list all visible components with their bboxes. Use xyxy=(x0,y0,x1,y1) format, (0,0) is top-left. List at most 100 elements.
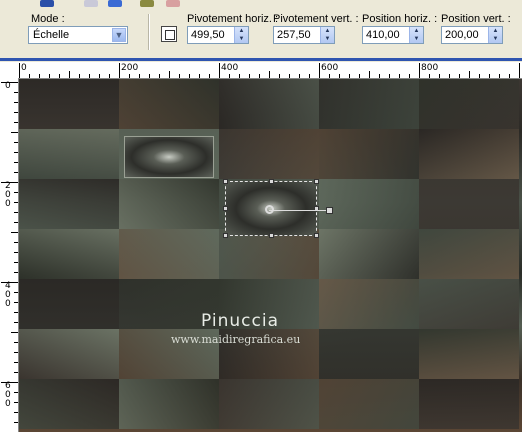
ruler-tick xyxy=(14,312,18,313)
spin-up-icon[interactable]: ▲ xyxy=(235,27,248,35)
toolbar-icon-1[interactable] xyxy=(40,0,54,7)
ruler-tick xyxy=(14,222,18,223)
window-title-strip xyxy=(0,58,522,61)
pos-v-value: 200,00 xyxy=(445,29,479,41)
ruler-corner xyxy=(0,62,19,79)
spin-down-icon[interactable]: ▼ xyxy=(321,35,334,43)
ruler-tick xyxy=(359,74,360,78)
ruler-tick xyxy=(239,74,240,78)
ruler-tick xyxy=(14,392,18,393)
ruler-label: 0 xyxy=(5,399,11,409)
pivot-point[interactable] xyxy=(265,205,274,214)
ruler-label: 400 xyxy=(221,63,239,73)
deform-tool-icon[interactable] xyxy=(161,26,177,42)
separator xyxy=(148,14,150,50)
ruler-tick xyxy=(279,74,280,78)
ruler-tick xyxy=(14,292,18,293)
ruler-tick xyxy=(219,63,220,78)
pivot-h-spinner[interactable]: ▲ ▼ xyxy=(234,27,248,43)
ruler-label: 200 xyxy=(121,63,139,73)
rotation-handle[interactable] xyxy=(326,207,333,214)
background-tile xyxy=(419,229,519,279)
ruler-tick xyxy=(99,74,100,78)
ruler-tick xyxy=(309,74,310,78)
ruler-tick xyxy=(49,74,50,78)
spin-down-icon[interactable]: ▼ xyxy=(489,35,502,43)
handle-top-left[interactable] xyxy=(223,179,228,184)
pivot-v-spinner[interactable]: ▲ ▼ xyxy=(320,27,334,43)
chevron-down-icon[interactable]: ▼ xyxy=(112,28,126,42)
spin-down-icon[interactable]: ▼ xyxy=(235,35,248,43)
background-tile xyxy=(19,179,119,229)
ruler-tick xyxy=(459,74,460,78)
ruler-vertical: 0 2 0 0 4 0 0 6 0 0 xyxy=(0,78,19,432)
pivot-v-label: Pivotement vert. : xyxy=(273,13,359,25)
ruler-tick xyxy=(499,74,500,78)
ruler-tick xyxy=(159,74,160,78)
tool-options-bar: Mode : Échelle ▼ Pivotement horiz. : 499… xyxy=(0,0,522,59)
ruler-label: 0 xyxy=(5,81,11,91)
ruler-tick xyxy=(259,74,260,78)
ruler-tick xyxy=(14,152,18,153)
background-tile xyxy=(319,279,419,329)
ruler-tick xyxy=(519,63,520,78)
ruler-tick xyxy=(14,272,18,273)
ruler-tick xyxy=(14,262,18,263)
background-tile xyxy=(219,379,319,429)
handle-top[interactable] xyxy=(269,179,274,184)
spin-up-icon[interactable]: ▲ xyxy=(321,27,334,35)
toolbar-icon-4[interactable] xyxy=(140,0,154,7)
ruler-tick xyxy=(429,74,430,78)
image-canvas[interactable]: Pinuccia www.maidiregrafica.eu xyxy=(19,79,522,432)
ruler-tick xyxy=(14,122,18,123)
pos-v-input[interactable]: 200,00 ▲ ▼ xyxy=(441,26,503,44)
ruler-tick xyxy=(369,71,370,78)
background-tile xyxy=(19,79,119,129)
mode-label: Mode : xyxy=(31,13,65,25)
ruler-tick xyxy=(149,74,150,78)
ruler-label-group: 6 0 0 xyxy=(5,382,11,409)
ruler-tick xyxy=(319,63,320,78)
handle-top-right[interactable] xyxy=(314,179,319,184)
background-tile xyxy=(119,179,219,229)
handle-left[interactable] xyxy=(223,206,228,211)
ruler-label: 800 xyxy=(421,63,439,73)
ruler-tick xyxy=(119,63,120,78)
ruler-tick xyxy=(409,74,410,78)
pivot-h-input[interactable]: 499,50 ▲ ▼ xyxy=(187,26,249,44)
ruler-tick xyxy=(339,74,340,78)
handle-bottom[interactable] xyxy=(269,233,274,238)
spin-up-icon[interactable]: ▲ xyxy=(410,27,423,35)
ruler-tick xyxy=(14,242,18,243)
ruler-tick xyxy=(1,82,18,83)
background-tile xyxy=(319,229,419,279)
ruler-tick xyxy=(19,63,20,78)
pivot-v-input[interactable]: 257,50 ▲ ▼ xyxy=(273,26,335,44)
spin-down-icon[interactable]: ▼ xyxy=(410,35,423,43)
ruler-tick xyxy=(289,74,290,78)
mode-select[interactable]: Échelle ▼ xyxy=(28,26,128,44)
handle-bottom-right[interactable] xyxy=(314,233,319,238)
ruler-tick xyxy=(69,71,70,78)
pos-h-input[interactable]: 410,00 ▲ ▼ xyxy=(362,26,424,44)
ruler-tick xyxy=(109,74,110,78)
watermark-name: Pinuccia xyxy=(201,311,279,331)
toolbar-icon-2[interactable] xyxy=(84,0,98,7)
ruler-tick xyxy=(199,74,200,78)
ruler-tick xyxy=(269,71,270,78)
toolbar-icon-5[interactable] xyxy=(166,0,180,7)
toolbar-icon-3[interactable] xyxy=(108,0,122,7)
ruler-tick xyxy=(189,74,190,78)
background-tile xyxy=(419,129,519,179)
handle-bottom-left[interactable] xyxy=(223,233,228,238)
watermark-url: www.maidiregrafica.eu xyxy=(171,333,301,346)
ruler-tick xyxy=(229,74,230,78)
ruler-tick xyxy=(399,74,400,78)
ruler-tick xyxy=(14,102,18,103)
ruler-tick xyxy=(209,74,210,78)
pos-h-label: Position horiz. : xyxy=(362,13,438,25)
pos-h-spinner[interactable]: ▲ ▼ xyxy=(409,27,423,43)
ruler-tick xyxy=(1,382,18,383)
spin-up-icon[interactable]: ▲ xyxy=(489,27,502,35)
pos-v-spinner[interactable]: ▲ ▼ xyxy=(488,27,502,43)
